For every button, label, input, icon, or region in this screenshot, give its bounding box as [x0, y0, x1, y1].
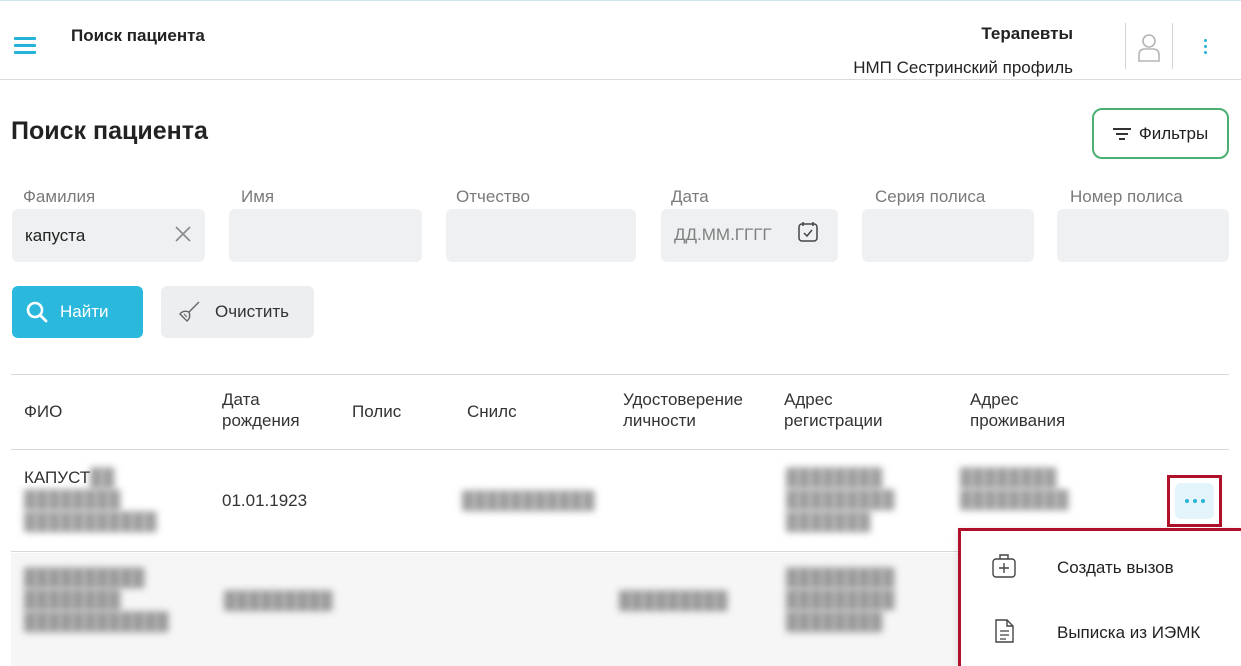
- clear-x-icon[interactable]: [173, 224, 193, 244]
- header-title: Поиск пациента: [71, 26, 205, 45]
- column-header-fio: ФИО: [24, 402, 63, 421]
- column-header-reg-line2: регистрации: [784, 411, 883, 430]
- top-bar: Поиск пациента Терапевты НМП Сестринский…: [0, 0, 1241, 80]
- menu-item-iemk-extract[interactable]: Выписка из ИЭМК: [961, 602, 1241, 662]
- lastname-field[interactable]: капуста: [12, 209, 205, 262]
- patronymic-field[interactable]: [446, 209, 636, 262]
- row-fio-redacted: ██████████ ████████ ████████████: [24, 568, 169, 631]
- lastname-label: Фамилия: [23, 187, 96, 206]
- ellipsis-icon: [1175, 483, 1214, 519]
- column-header-live-line1: Адрес: [970, 390, 1019, 409]
- hamburger-menu-icon[interactable]: [14, 37, 36, 55]
- row-reg-address-redacted: █████████ █████████ ████████: [786, 568, 895, 631]
- row-id-redacted: █████████: [619, 591, 728, 610]
- filters-button-label: Фильтры: [1138, 123, 1209, 143]
- policy-series-field[interactable]: [862, 209, 1034, 262]
- policy-number-field[interactable]: [1057, 209, 1229, 262]
- table-divider: [11, 374, 1229, 375]
- firstname-field[interactable]: [229, 209, 422, 262]
- row-fio-redacted: ███████████: [24, 512, 157, 531]
- clear-button[interactable]: Очистить: [161, 286, 314, 338]
- row-live-address-redacted: ████████ █████████: [960, 468, 1069, 509]
- date-label: Дата: [671, 187, 709, 206]
- table-header-divider: [11, 449, 1229, 450]
- row-context-menu: Создать вызов Выписка из ИЭМК: [958, 528, 1241, 666]
- row-dob: 01.01.1923: [222, 491, 308, 510]
- date-field[interactable]: ДД.ММ.ГГГГ: [661, 209, 838, 262]
- column-header-id-line2: личности: [623, 411, 696, 430]
- document-icon: [995, 619, 1014, 643]
- row-fio-redacted: ██: [90, 468, 115, 487]
- column-header-live-line2: проживания: [970, 411, 1066, 430]
- kebab-menu-icon[interactable]: [1203, 39, 1209, 59]
- column-header-id-line1: Удостоверение: [623, 390, 743, 409]
- calendar-icon[interactable]: [797, 221, 819, 243]
- user-silhouette-icon: [1138, 34, 1160, 62]
- row-reg-address-redacted: ████████ █████████ ███████: [786, 468, 895, 531]
- column-header-id-document: Удостоверение личности: [623, 389, 743, 431]
- column-header-reg-line1: Адрес: [784, 390, 833, 409]
- find-button-label: Найти: [60, 302, 109, 321]
- column-header-dob: Дата рождения: [222, 389, 300, 431]
- policy-number-label: Номер полиса: [1070, 187, 1183, 206]
- row-divider: [11, 551, 958, 552]
- user-avatar-icon[interactable]: [1125, 23, 1173, 69]
- policy-series-label: Серия полиса: [875, 187, 986, 206]
- date-placeholder: ДД.ММ.ГГГГ: [674, 225, 772, 244]
- menu-item-iemk-extract-label: Выписка из ИЭМК: [1057, 623, 1201, 642]
- row-snils-redacted: ███████████: [462, 491, 595, 510]
- column-header-dob-line2: рождения: [222, 411, 300, 430]
- column-header-dob-line1: Дата: [222, 390, 260, 409]
- column-header-reg-address: Адрес регистрации: [784, 389, 883, 431]
- row-fio: КАПУСТ██ ████████ ███████████: [24, 467, 157, 533]
- row-fio-visible: КАПУСТ: [24, 468, 91, 487]
- search-icon: [26, 301, 48, 323]
- row-dob-redacted: █████████: [224, 591, 333, 610]
- column-header-snils: Снилс: [467, 402, 517, 421]
- lastname-value: капуста: [25, 226, 86, 245]
- clear-button-label: Очистить: [215, 302, 290, 321]
- row-more-button[interactable]: [1167, 475, 1222, 527]
- medkit-plus-icon: [992, 554, 1016, 578]
- header-profile: НМП Сестринский профиль: [853, 58, 1073, 77]
- column-header-live-address: Адрес проживания: [970, 389, 1065, 431]
- page-title: Поиск пациента: [11, 117, 208, 145]
- patronymic-label: Отчество: [456, 187, 530, 206]
- menu-item-create-call-label: Создать вызов: [1057, 558, 1174, 577]
- menu-item-create-call[interactable]: Создать вызов: [961, 537, 1241, 597]
- find-button[interactable]: Найти: [12, 286, 143, 338]
- firstname-label: Имя: [241, 187, 275, 206]
- filters-button[interactable]: Фильтры: [1092, 108, 1229, 159]
- filter-lines-icon: [1112, 127, 1131, 140]
- broom-icon: [179, 301, 200, 322]
- header-department: Терапевты: [981, 24, 1073, 43]
- row-fio-redacted: ████████: [24, 490, 121, 509]
- column-header-policy: Полис: [352, 402, 402, 421]
